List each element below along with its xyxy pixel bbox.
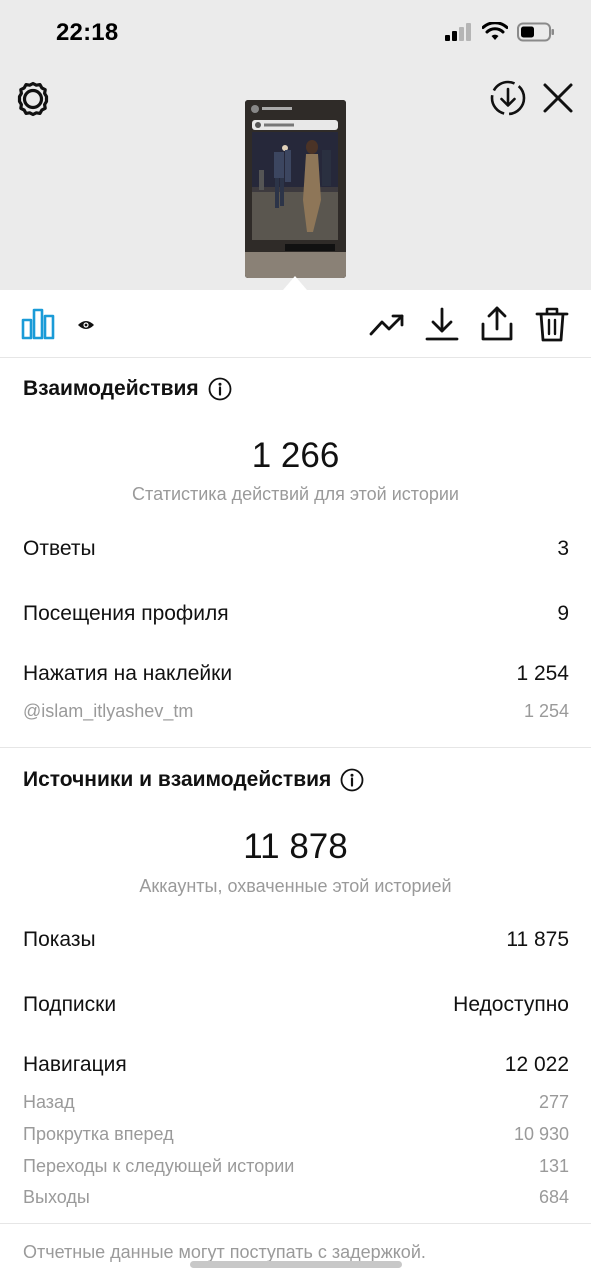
navigation-label: Выходы	[23, 1187, 90, 1207]
navigation-value: 684	[538, 1187, 569, 1207]
story-thumbnail-image	[245, 100, 346, 278]
battery-icon	[517, 22, 554, 42]
metric-row-profile-visits: Посещения профиля 9	[23, 602, 569, 626]
navigation-label: Переходы к следующей истории	[23, 1156, 295, 1176]
home-indicator[interactable]	[190, 1261, 402, 1268]
metric-value: 9	[557, 602, 569, 625]
metric-row-impressions: Показы 11 875	[23, 928, 569, 952]
metric-label: Нажатия на наклейки	[23, 662, 233, 685]
metric-label: Навигация	[23, 1053, 127, 1076]
wifi-icon	[482, 22, 508, 40]
tab-insights-chart-icon[interactable]	[21, 306, 55, 358]
cellular-signal-icon	[445, 23, 471, 41]
interactions-title-text: Взаимодействия	[23, 377, 199, 400]
delete-trash-icon[interactable]	[534, 306, 570, 342]
metric-value: 3	[557, 537, 569, 560]
interactions-section-title: Взаимодействия	[23, 377, 232, 401]
navigation-value: 277	[538, 1092, 569, 1112]
metric-value: 1 254	[516, 662, 569, 685]
save-story-icon[interactable]	[488, 78, 528, 118]
metric-row-follows: Подписки Недоступно	[23, 993, 569, 1017]
sticker-mention-row: @islam_itlyashev_tm 1 254	[23, 701, 569, 722]
story-preview-area: 22:18	[0, 0, 591, 290]
thumbnail-pointer	[283, 276, 307, 290]
story-thumbnail[interactable]	[245, 100, 346, 278]
discovery-caption: Аккаунты, охваченные этой историей	[139, 876, 452, 896]
navigation-row-next-story: Переходы к следующей истории 131	[23, 1156, 569, 1177]
metric-row-navigation: Навигация 12 022	[23, 1053, 569, 1077]
sticker-mention-value: 1 254	[523, 701, 569, 721]
info-icon[interactable]	[340, 768, 364, 792]
share-icon[interactable]	[479, 306, 515, 342]
metric-label: Показы	[23, 928, 96, 951]
metric-value: 11 875	[506, 928, 569, 951]
status-icons	[445, 22, 555, 42]
metric-row-sticker-taps: Нажатия на наклейки 1 254	[23, 662, 569, 686]
discovery-section-title: Источники и взаимодействия	[23, 768, 364, 792]
navigation-label: Назад	[23, 1092, 75, 1112]
close-icon[interactable]	[540, 80, 576, 116]
metric-label: Ответы	[23, 537, 96, 560]
status-time: 22:18	[56, 19, 119, 46]
metric-label: Посещения профиля	[23, 602, 229, 625]
metric-value: Недоступно	[453, 993, 569, 1016]
section-divider	[0, 1223, 591, 1224]
interactions-total: 1 266	[251, 436, 340, 475]
navigation-value: 10 930	[513, 1124, 569, 1144]
navigation-value: 131	[538, 1156, 569, 1176]
promote-trending-icon[interactable]	[369, 306, 405, 342]
metric-label: Подписки	[23, 993, 117, 1016]
download-icon[interactable]	[424, 306, 460, 342]
footer-note: Отчетные данные могут поступать с задерж…	[23, 1242, 426, 1262]
insights-tab-bar	[0, 290, 591, 358]
sticker-mention-label: @islam_itlyashev_tm	[23, 701, 194, 721]
navigation-row-forward: Прокрутка вперед 10 930	[23, 1124, 569, 1145]
metric-value: 12 022	[504, 1053, 569, 1076]
gear-icon[interactable]	[14, 80, 52, 118]
status-bar: 22:18	[0, 0, 591, 66]
navigation-label: Прокрутка вперед	[23, 1124, 174, 1144]
metric-row-replies: Ответы 3	[23, 537, 569, 561]
tab-viewers-eye-icon[interactable]	[77, 318, 95, 332]
navigation-row-exits: Выходы 684	[23, 1187, 569, 1208]
navigation-row-back: Назад 277	[23, 1092, 569, 1113]
discovery-title-text: Источники и взаимодействия	[23, 768, 332, 791]
interactions-caption: Статистика действий для этой истории	[132, 484, 459, 504]
discovery-total: 11 878	[243, 827, 348, 866]
section-divider	[0, 747, 591, 748]
info-icon[interactable]	[208, 377, 232, 401]
